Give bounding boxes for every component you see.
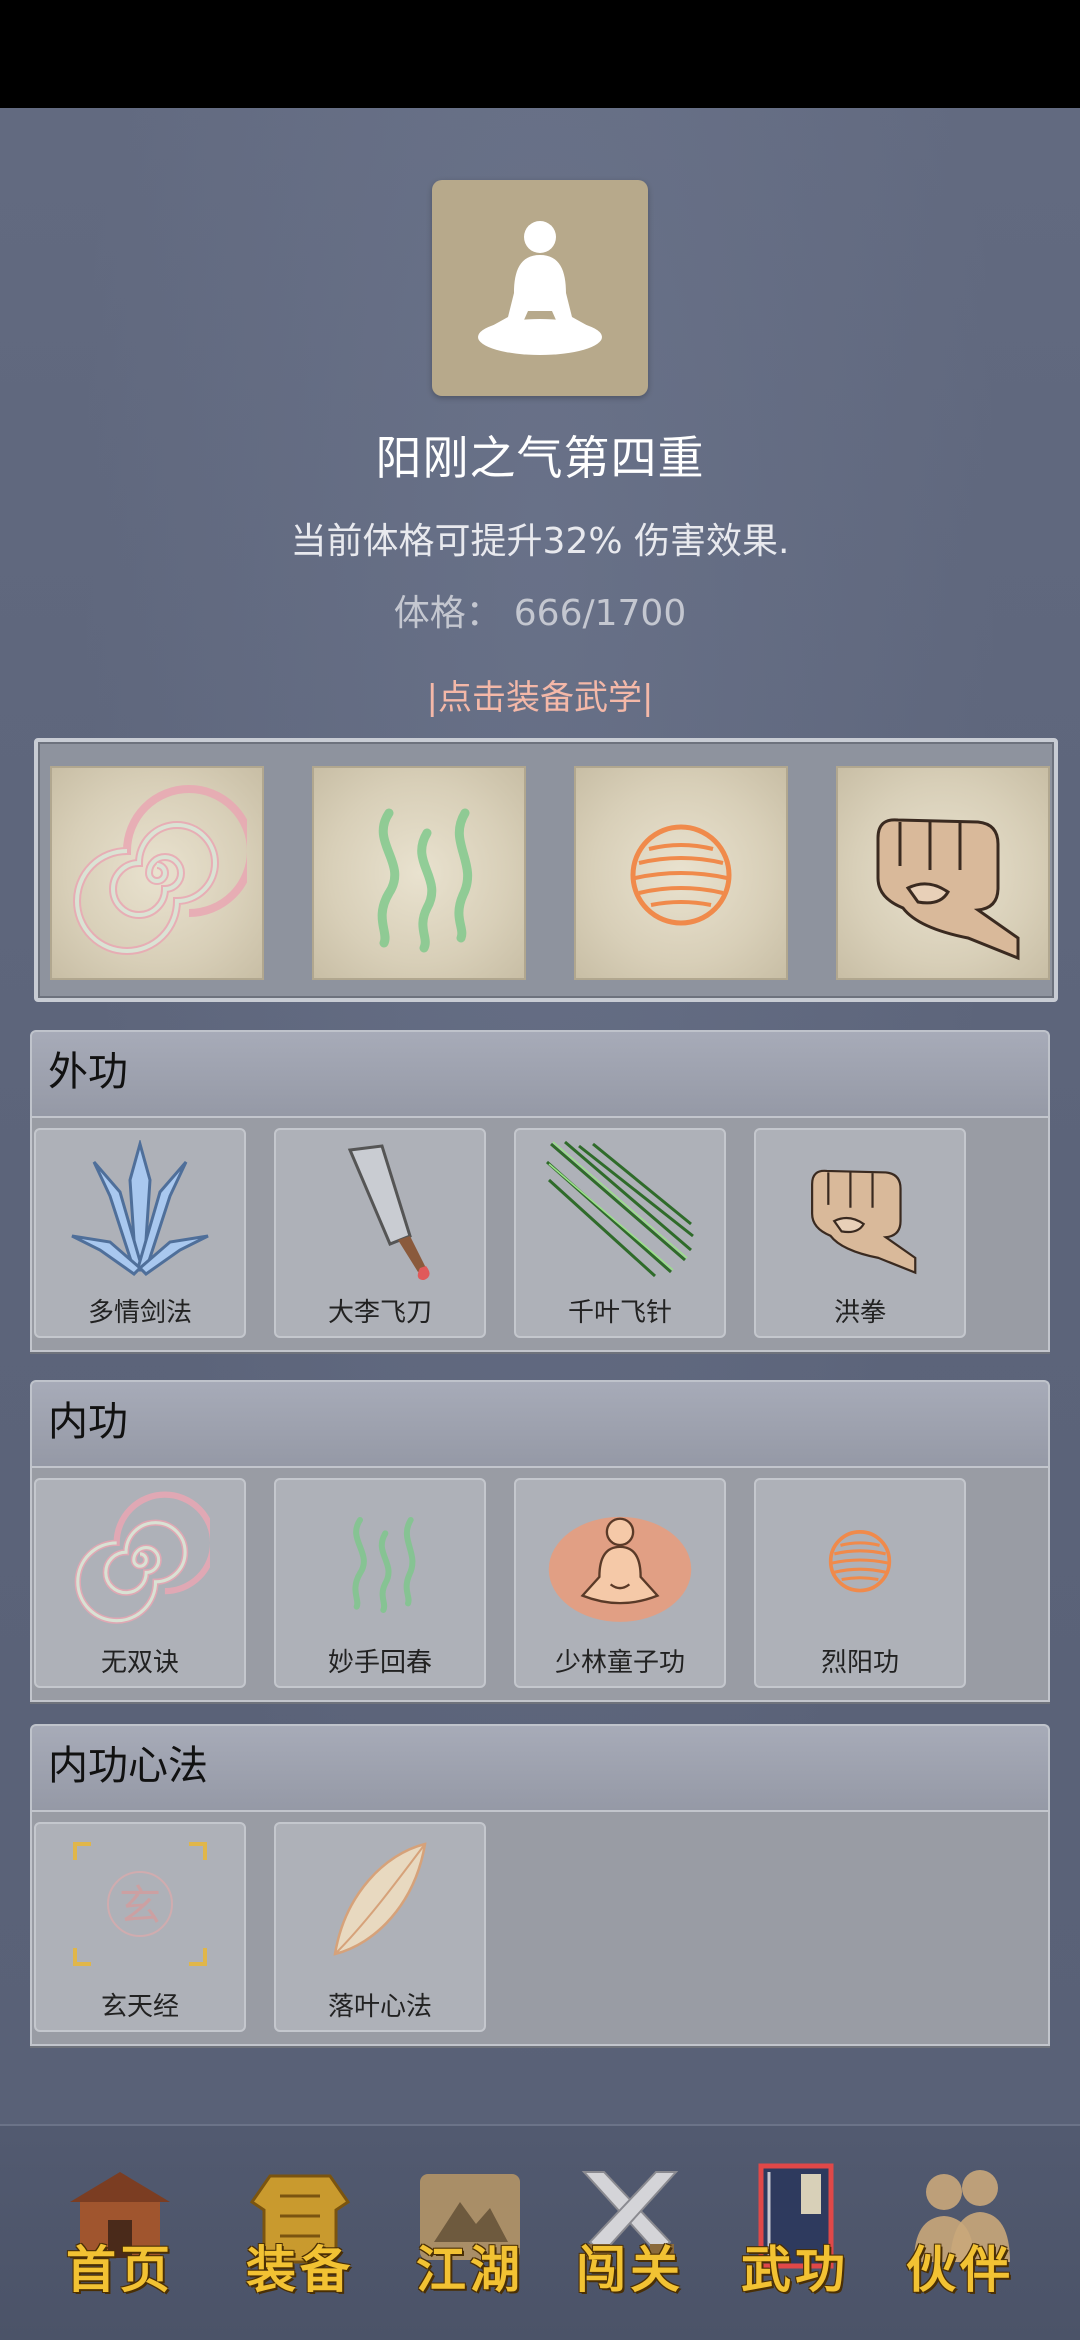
skill-label: 千叶飞针	[567, 1298, 672, 1328]
equipped-slot-2[interactable]	[312, 766, 526, 980]
spiral-icon	[73, 785, 247, 955]
external-skills-list: 多情剑法 大李飞刀 千叶飞针 洪拳	[30, 1116, 1050, 1352]
nav-challenge[interactable]: 闯关	[555, 2162, 705, 2302]
equipped-skills-bar	[34, 738, 1058, 1002]
skill-card[interactable]: 多情剑法	[34, 1128, 246, 1338]
nav-jianghu[interactable]: 江湖	[395, 2162, 545, 2302]
skill-card[interactable]: 玄 玄天经	[34, 1822, 246, 2032]
skill-card[interactable]: 千叶飞针	[514, 1128, 726, 1338]
nav-home[interactable]: 首页	[45, 2162, 195, 2302]
mind-methods-panel: 内功心法 玄 玄天经 落叶心法	[30, 1724, 1050, 2046]
bonus-description: 当前体格可提升32% 伤害效果.	[290, 521, 790, 562]
skill-label: 少林童子功	[554, 1648, 685, 1678]
cleaver-icon	[347, 1144, 430, 1280]
nav-partners[interactable]: 伙伴	[885, 2162, 1035, 2302]
equip-martial-arts-link[interactable]: |点击装备武学|	[0, 670, 1080, 719]
wave-icon	[377, 808, 473, 953]
constitution-label: 体格：	[393, 593, 502, 634]
meditation-figure-icon	[478, 221, 602, 355]
skill-card[interactable]: 无双诀	[34, 1478, 246, 1688]
buddha-icon	[548, 1516, 692, 1622]
internal-skills-panel: 内功 无双诀 妙手回春 少林童子功 烈阳功	[30, 1380, 1050, 1702]
nav-label: 伙伴	[906, 2240, 1014, 2299]
nav-label: 武功	[741, 2240, 849, 2299]
external-skills-panel: 外功 多情剑法 大李飞刀 千叶飞针 洪拳	[30, 1030, 1050, 1352]
page-title: 阳刚之气第四重	[375, 431, 705, 485]
bottom-nav: 首页 装备 江湖 闯关 武功 伙伴	[0, 2124, 1080, 2340]
skill-label: 无双诀	[100, 1648, 179, 1678]
swords-icon	[71, 1140, 209, 1276]
skill-card[interactable]: 洪拳	[754, 1128, 966, 1338]
nav-label: 装备	[246, 2240, 354, 2299]
nav-equipment[interactable]: 装备	[225, 2162, 375, 2302]
skill-label: 妙手回春	[327, 1648, 432, 1678]
skill-label: 烈阳功	[820, 1648, 899, 1678]
xuan-glyph: 玄	[119, 1881, 161, 1930]
constitution-value: 666/1700	[513, 593, 687, 634]
nav-label: 江湖	[416, 2240, 524, 2299]
nav-label: 闯关	[576, 2240, 684, 2299]
skill-card[interactable]: 妙手回春	[274, 1478, 486, 1688]
skill-card[interactable]: 烈阳功	[754, 1478, 966, 1688]
skill-card[interactable]: 大李飞刀	[274, 1128, 486, 1338]
leaf-icon	[333, 1842, 427, 1956]
xuan-rune-icon: 玄	[73, 1842, 207, 1966]
internal-skills-list: 无双诀 妙手回春 少林童子功 烈阳功	[30, 1466, 1050, 1702]
fist-icon	[811, 1169, 917, 1275]
nav-label: 首页	[66, 2240, 174, 2299]
section-title-mind-methods: 内功心法	[30, 1724, 1050, 1810]
needles-icon	[546, 1140, 694, 1278]
spiral-icon	[74, 1491, 210, 1624]
cultivation-portrait	[432, 180, 648, 396]
equipped-slot-3[interactable]	[574, 766, 788, 980]
skill-label: 洪拳	[833, 1298, 886, 1328]
skill-card[interactable]: 少林童子功	[514, 1478, 726, 1688]
skill-label: 落叶心法	[327, 1992, 432, 2022]
section-title-internal: 内功	[30, 1380, 1050, 1466]
mind-methods-list: 玄 玄天经 落叶心法	[30, 1810, 1050, 2046]
fire-orb-icon	[630, 824, 732, 926]
nav-martial-arts[interactable]: 武功	[720, 2162, 870, 2302]
wave-icon	[352, 1517, 416, 1613]
skill-card[interactable]: 落叶心法	[274, 1822, 486, 2032]
fist-icon	[876, 818, 1020, 961]
section-title-external: 外功	[30, 1030, 1050, 1116]
status-bar	[0, 0, 1080, 108]
equipped-slot-4[interactable]	[836, 766, 1050, 980]
skill-label: 玄天经	[100, 1992, 179, 2022]
skill-label: 大李飞刀	[327, 1298, 432, 1328]
fire-orb-icon	[828, 1530, 892, 1593]
skill-label: 多情剑法	[87, 1298, 192, 1328]
equipped-slot-1[interactable]	[50, 766, 264, 980]
constitution-stat: 体格： 666/1700	[0, 584, 1080, 636]
